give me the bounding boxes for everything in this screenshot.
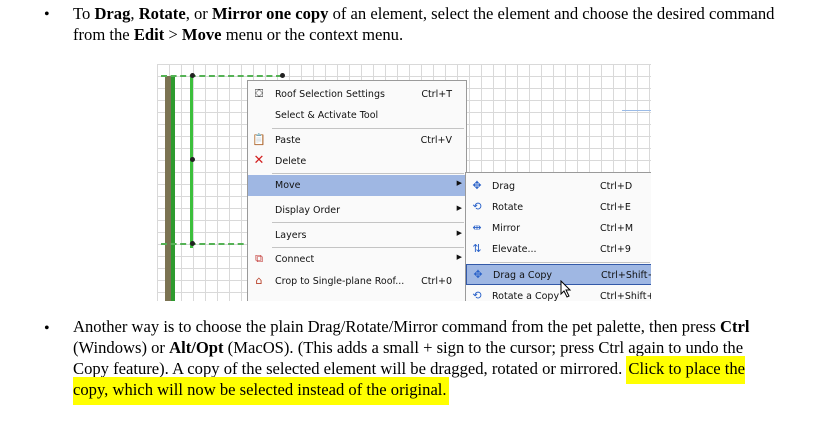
menu-item-shortcut: Ctrl+Shift+D — [601, 270, 651, 281]
menu-item-layers[interactable]: Layers ▶ — [248, 225, 466, 246]
p1-text: , or — [185, 4, 212, 23]
mirror-icon: ⇹ — [472, 221, 482, 234]
wall-element — [171, 76, 175, 301]
menu-item-label: Rotate a Copy — [492, 291, 560, 301]
menu-item-label: Display Order — [275, 205, 341, 216]
p2-text: (Windows) or — [73, 338, 170, 357]
paragraph-1: To Drag, Rotate, or Mirror one copy of a… — [73, 3, 778, 45]
menu-item-display-order[interactable]: Display Order ▶ — [248, 200, 466, 221]
submenu-arrow-icon: ▶ — [456, 179, 462, 187]
submenu-item-drag[interactable]: ✥ Drag Ctrl+D — [466, 176, 651, 197]
menu-item-label: Rotate — [492, 202, 524, 213]
menu-item-label: Move — [275, 180, 301, 191]
red-x-icon: ✕ — [253, 153, 265, 168]
roof-settings-icon: ⛋ — [254, 87, 264, 100]
submenu-item-rotate-a-copy[interactable]: ⟲ Rotate a Copy Ctrl+Shift+E — [466, 286, 651, 301]
drag-icon: ✥ — [472, 179, 482, 192]
crop-roof-icon: ⌂ — [255, 274, 263, 287]
p2-bold-alt-opt: Alt/Opt — [169, 338, 224, 357]
submenu-arrow-icon: ▶ — [456, 229, 462, 237]
menu-item-label: Connect — [275, 254, 315, 265]
rotate-copy-icon: ⟲ — [472, 289, 482, 301]
p1-bold-rotate: Rotate — [138, 4, 186, 23]
mouse-cursor-icon — [560, 279, 572, 301]
menu-separator — [272, 247, 464, 248]
menu-separator — [272, 173, 464, 174]
move-submenu: ✥ Drag Ctrl+D ⟲ Rotate Ctrl+E ⇹ Mirror C… — [465, 172, 651, 301]
submenu-item-rotate[interactable]: ⟲ Rotate Ctrl+E — [466, 197, 651, 218]
menu-item-shortcut: Ctrl+E — [600, 202, 631, 213]
paragraph-2: Another way is to choose the plain Drag/… — [73, 316, 778, 405]
menu-item-shortcut: Ctrl+M — [600, 223, 634, 234]
menu-separator — [272, 128, 464, 129]
submenu-arrow-icon: ▶ — [456, 253, 462, 261]
wall-element — [190, 76, 193, 248]
menu-item-delete[interactable]: ✕ Delete — [248, 151, 466, 172]
p1-bold-move: Move — [181, 25, 222, 44]
p1-bold-mirror: Mirror one copy — [211, 4, 329, 23]
menu-separator — [272, 222, 464, 223]
submenu-item-drag-a-copy[interactable]: ✥ Drag a Copy Ctrl+Shift+D — [466, 264, 651, 285]
bullet-1: • — [44, 6, 50, 23]
menu-item-label: Delete — [275, 156, 307, 167]
p1-bold-edit: Edit — [133, 25, 165, 44]
submenu-arrow-icon: ▶ — [456, 204, 462, 212]
menu-item-shortcut: Ctrl+Shift+E — [600, 291, 651, 301]
menu-item-paste[interactable]: 📋 Paste Ctrl+V — [248, 130, 466, 151]
submenu-item-elevate[interactable]: ⇅ Elevate... Ctrl+9 — [466, 239, 651, 260]
submenu-item-mirror[interactable]: ⇹ Mirror Ctrl+M — [466, 218, 651, 239]
menu-item-label: Select & Activate Tool — [275, 110, 379, 121]
menu-item-select-activate[interactable]: Select & Activate Tool — [248, 105, 466, 126]
clipboard-icon: 📋 — [252, 133, 266, 146]
selection-handle — [190, 241, 195, 246]
selection-outline — [161, 75, 282, 77]
bullet-2: • — [44, 320, 50, 337]
p1-text: , — [130, 4, 139, 23]
menu-item-label: Mirror — [492, 223, 520, 234]
p1-text: To — [73, 4, 95, 23]
menu-item-label: Roof Selection Settings — [275, 89, 385, 100]
menu-item-shortcut: Ctrl+9 — [600, 244, 631, 255]
context-menu-screenshot: ⛋ Roof Selection Settings Ctrl+T Select … — [157, 64, 651, 301]
menu-item-label: Elevate... — [492, 244, 537, 255]
menu-item-connect[interactable]: ⧉ Connect ▶ — [248, 249, 466, 270]
menu-separator — [490, 262, 650, 263]
selection-handle — [280, 73, 285, 78]
selection-handle — [190, 73, 195, 78]
menu-item-shortcut: Ctrl+D — [600, 181, 633, 192]
menu-item-label: Crop to Single-plane Roof... — [275, 276, 405, 287]
p1-text: menu or the context menu. — [221, 25, 404, 44]
menu-item-label: Drag — [492, 181, 516, 192]
p2-bold-ctrl: Ctrl — [719, 317, 750, 336]
menu-item-move[interactable]: Move ▶ — [248, 175, 466, 196]
p2-text: Another way is to choose the plain Drag/… — [73, 317, 720, 336]
p1-bold-drag: Drag — [94, 4, 131, 23]
menu-item-label: Drag a Copy — [493, 270, 553, 281]
menu-item-crop-roof[interactable]: ⌂ Crop to Single-plane Roof... Ctrl+0 — [248, 271, 466, 292]
menu-item-shortcut: Ctrl+0 — [421, 276, 452, 287]
p1-text: > — [164, 25, 182, 44]
elevate-icon: ⇅ — [472, 242, 482, 255]
menu-item-shortcut: Ctrl+V — [420, 135, 452, 146]
menu-item-roof-settings[interactable]: ⛋ Roof Selection Settings Ctrl+T — [248, 84, 466, 105]
selection-handle — [190, 157, 195, 162]
menu-item-shortcut: Ctrl+T — [421, 89, 452, 100]
menu-item-label: Paste — [275, 135, 301, 146]
connect-icon: ⧉ — [255, 252, 263, 265]
rotate-icon: ⟲ — [472, 200, 482, 213]
drag-copy-icon: ✥ — [473, 268, 483, 281]
menu-item-label: Layers — [275, 230, 307, 241]
context-menu: ⛋ Roof Selection Settings Ctrl+T Select … — [247, 80, 467, 301]
guide-line — [622, 110, 651, 111]
